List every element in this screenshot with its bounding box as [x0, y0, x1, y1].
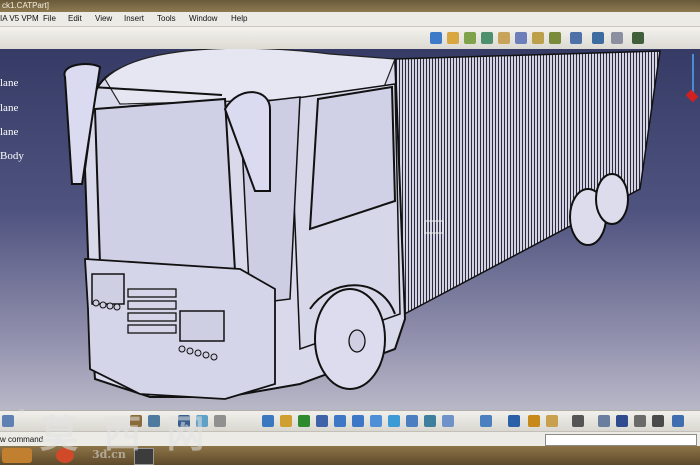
menu-edit[interactable]: Edit [68, 12, 82, 26]
zoom-out-icon[interactable] [352, 415, 364, 427]
menu-tools[interactable]: Tools [157, 12, 176, 26]
title-bar: ck1.CATPart] [0, 0, 700, 12]
command-input[interactable] [545, 434, 697, 446]
catalog-icon[interactable] [592, 32, 604, 44]
measure-between-icon[interactable] [480, 415, 492, 427]
update-icon[interactable] [598, 415, 610, 427]
grid-icon[interactable] [611, 32, 623, 44]
menu-file[interactable]: File [43, 12, 56, 26]
analysis-2-icon[interactable] [672, 415, 684, 427]
pad-icon[interactable] [447, 32, 459, 44]
swap-icon[interactable] [616, 415, 628, 427]
zoom-in-icon[interactable] [334, 415, 346, 427]
fit-all-icon[interactable] [280, 415, 292, 427]
3d-compass-widget[interactable] [685, 54, 699, 104]
reset-icon[interactable] [634, 415, 646, 427]
top-toolbar [0, 27, 700, 50]
menu-help[interactable]: Help [231, 12, 247, 26]
select-icon[interactable] [2, 415, 14, 427]
menu-view[interactable]: View [95, 12, 112, 26]
start-button[interactable] [2, 448, 32, 463]
pan-icon[interactable] [298, 415, 310, 427]
axis-icon[interactable] [515, 32, 527, 44]
camera-icon[interactable] [572, 415, 584, 427]
measure-item-icon[interactable] [508, 415, 520, 427]
truck-model[interactable] [0, 49, 700, 410]
sketch-icon[interactable] [498, 32, 510, 44]
measure-icon[interactable] [532, 32, 544, 44]
surface-icon[interactable] [481, 32, 493, 44]
menu-bar: IA V5 VPM File Edit View Insert Tools Wi… [0, 12, 700, 27]
view-grid-icon[interactable] [388, 415, 400, 427]
shading-icon[interactable] [424, 415, 436, 427]
status-message: w command [0, 435, 44, 444]
iso-view-icon[interactable] [406, 415, 418, 427]
watermark-chevron: » [18, 404, 26, 418]
rotate-icon[interactable] [316, 415, 328, 427]
window-title: ck1.CATPart] [2, 1, 49, 10]
analysis-icon[interactable] [570, 32, 582, 44]
3d-viewport[interactable]: lane lane lane Body [0, 49, 700, 410]
app-title: IA V5 VPM [0, 14, 39, 23]
hide-show-icon[interactable] [442, 415, 454, 427]
mass-icon[interactable] [546, 415, 558, 427]
compass-icon[interactable] [632, 32, 644, 44]
units-icon[interactable] [652, 415, 664, 427]
watermark-url: 3d.cn [92, 448, 126, 461]
publish-icon[interactable] [214, 415, 226, 427]
fly-icon[interactable] [262, 415, 274, 427]
menu-insert[interactable]: Insert [124, 12, 144, 26]
normal-view-icon[interactable] [370, 415, 382, 427]
apply-material-2-icon[interactable] [528, 415, 540, 427]
part-design-icon[interactable] [430, 32, 442, 44]
apply-material-icon[interactable] [549, 32, 561, 44]
shell-icon[interactable] [464, 32, 476, 44]
menu-window[interactable]: Window [189, 12, 217, 26]
